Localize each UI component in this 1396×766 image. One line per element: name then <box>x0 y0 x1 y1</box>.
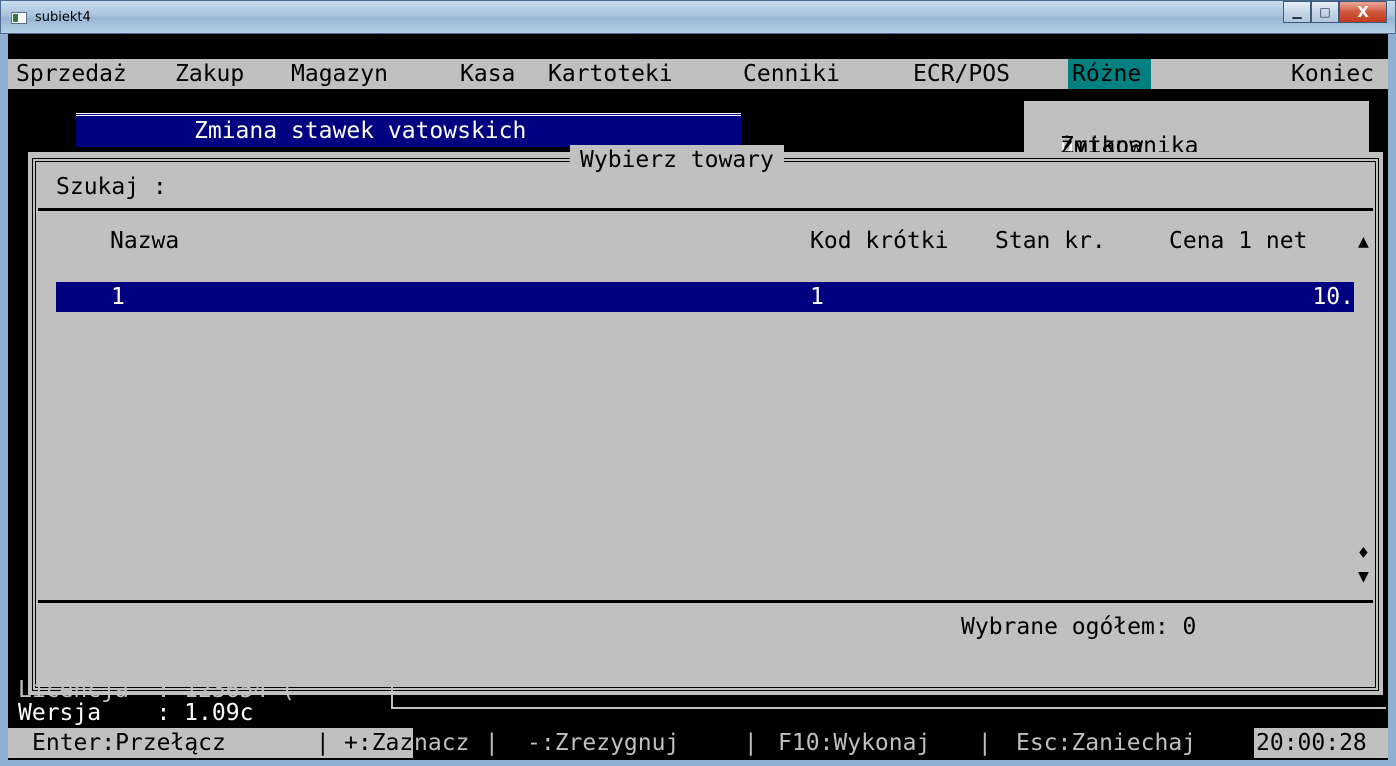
window-title-bar: subiekt4 ▁ □ X <box>0 0 1396 34</box>
scroll-up-arrow-icon[interactable]: ▲ <box>1358 227 1369 257</box>
menu-magazyn[interactable]: Magazyn <box>291 59 388 89</box>
clock: 20:00:28 <box>1254 728 1388 758</box>
select-goods-dialog: Wybierz towary Szukaj : Nazwa Kod krótki… <box>28 145 1383 695</box>
console-area: Sprzedaż Zakup Magazyn Kasa Kartoteki Ce… <box>8 34 1388 760</box>
window-frame-right <box>1388 34 1396 766</box>
fkey-separator: | <box>964 728 1016 758</box>
menu-rozne[interactable]: Różne <box>1068 59 1152 89</box>
function-key-bar: Enter:Przełącz | +:Zaz nacz | -:Zrezygnu… <box>8 728 1388 758</box>
fkey-separator: | <box>730 728 778 758</box>
fkey-separator: | <box>302 728 344 758</box>
menu-bar: Sprzedaż Zakup Magazyn Kasa Kartoteki Ce… <box>8 59 1388 89</box>
version-label: Wersja <box>18 700 102 726</box>
menu-sprzedaz[interactable]: Sprzedaż <box>16 59 127 89</box>
submenu-vat-title[interactable]: Zmiana stawek vatowskich <box>194 116 526 146</box>
window-controls: ▁ □ X <box>1283 1 1387 23</box>
menu-koniec[interactable]: Koniec <box>1291 59 1374 89</box>
dialog-title: Wybierz towary <box>570 145 784 175</box>
row-short-code: 1 <box>810 284 824 310</box>
search-divider <box>38 208 1373 211</box>
summary-divider <box>38 600 1373 603</box>
window-frame-left <box>0 34 8 766</box>
scroll-down-arrow-icon[interactable]: ▼ <box>1358 562 1369 592</box>
maximize-button[interactable]: □ <box>1311 1 1339 23</box>
menu-zakup[interactable]: Zakup <box>175 59 244 89</box>
license-box <box>391 679 1386 709</box>
fkey-esc[interactable]: Esc:Zaniechaj <box>1016 728 1197 758</box>
row-name: 1 <box>111 284 125 310</box>
status-area: Licencja : 123654 ( Wersja : 1.09c Enter… <box>8 675 1388 760</box>
row-price: 10. <box>1312 284 1354 310</box>
fkey-f10[interactable]: F10:Wykonaj <box>778 728 931 758</box>
fkey-plus-part2[interactable]: nacz <box>414 728 470 758</box>
window-frame-bottom <box>0 760 1396 766</box>
column-header-short-code: Kod krótki <box>810 228 949 254</box>
version-info: Wersja : 1.09c <box>18 698 253 728</box>
column-header-name: Nazwa <box>110 228 180 254</box>
search-label[interactable]: Szukaj : <box>56 172 167 202</box>
version-value: : 1.09c <box>156 700 254 726</box>
selected-total: Wybrane ogółem: 0 <box>961 614 1197 640</box>
fkey-plus-part1[interactable]: +:Zaz <box>344 728 414 758</box>
menu-ecr-pos[interactable]: ECR/POS <box>913 59 1010 89</box>
fkey-separator: | <box>471 728 527 758</box>
minimize-button[interactable]: ▁ <box>1283 1 1311 23</box>
column-header-price: Cena 1 net <box>1169 228 1308 254</box>
column-header-stock: Stan kr. <box>995 228 1106 254</box>
app-icon <box>11 12 27 24</box>
fkey-minus[interactable]: -:Zrezygnuj <box>527 728 680 758</box>
submenu-vat-title-bar: Zmiana stawek vatowskich <box>76 113 741 147</box>
user-change-item[interactable]: Zmiana u żytkownika <box>1022 99 1371 159</box>
menu-kartoteki[interactable]: Kartoteki <box>548 59 673 89</box>
menu-kasa[interactable]: Kasa <box>460 59 515 89</box>
fkey-enter[interactable]: Enter:Przełącz <box>8 728 302 758</box>
menu-cenniki[interactable]: Cenniki <box>743 59 840 89</box>
close-button[interactable]: X <box>1339 1 1387 23</box>
window-title: subiekt4 <box>35 10 91 25</box>
table-row[interactable]: 1 1 10. <box>56 282 1354 312</box>
